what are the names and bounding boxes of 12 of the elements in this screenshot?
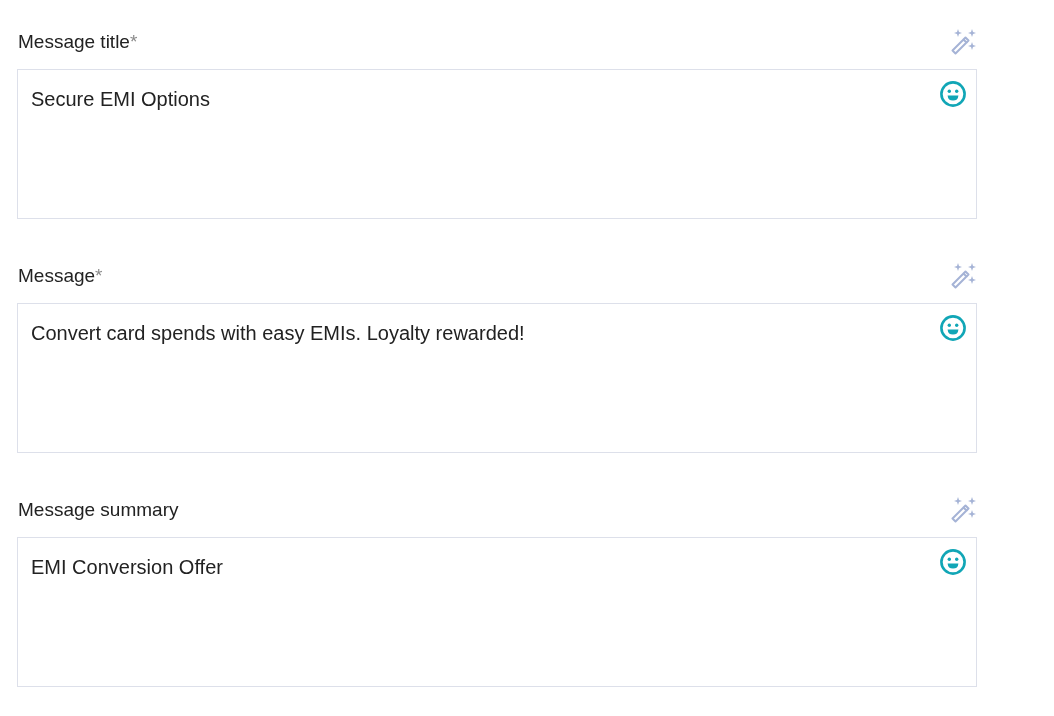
- field-label: Message*: [18, 265, 103, 287]
- text-area-field[interactable]: EMI Conversion Offer: [17, 537, 977, 687]
- field-label: Message summary: [18, 499, 179, 521]
- magic-wand-icon[interactable]: [948, 262, 976, 290]
- smiley-icon[interactable]: [940, 81, 966, 107]
- text-area-field[interactable]: Secure EMI Options: [17, 69, 977, 219]
- text-area-field[interactable]: Convert card spends with easy EMIs. Loyalty rewarded!: [17, 303, 977, 453]
- smiley-icon[interactable]: [940, 315, 966, 341]
- smiley-icon[interactable]: [940, 549, 966, 575]
- field-label: Message title*: [18, 31, 138, 53]
- magic-wand-icon[interactable]: [948, 28, 976, 56]
- magic-wand-icon[interactable]: [948, 496, 976, 524]
